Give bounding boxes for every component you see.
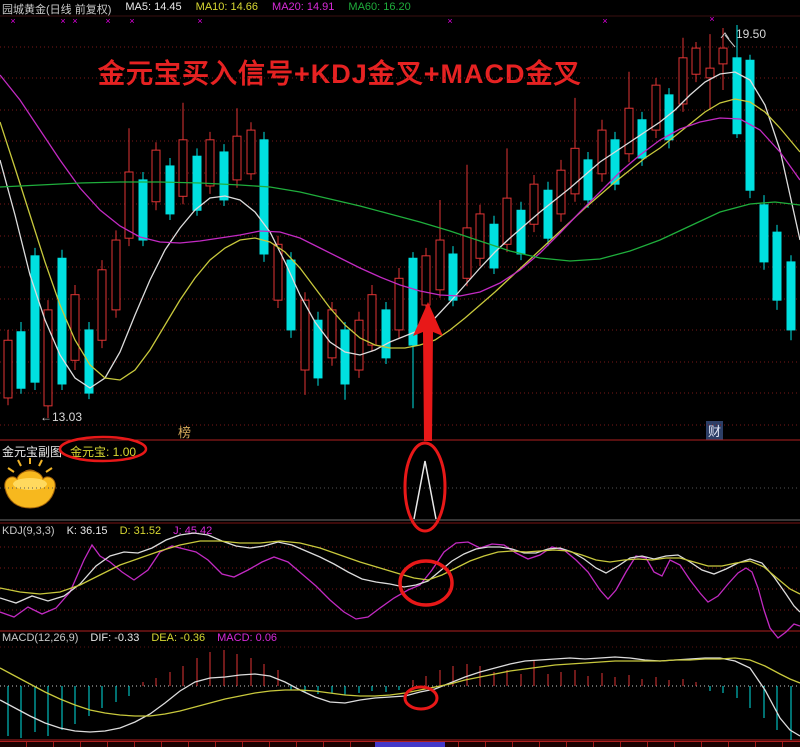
- svg-text:×: ×: [602, 16, 607, 26]
- main-chart-header: 园城黄金(日线 前复权) MA5: 14.45 MA10: 14.66 MA20…: [2, 1, 411, 17]
- svg-text:×: ×: [709, 14, 714, 24]
- subchart-value: 金元宝: 1.00: [70, 445, 137, 459]
- watermark-right: 财: [706, 421, 724, 440]
- ma5-value: MA5: 14.45: [125, 1, 182, 13]
- kdj-d-value: D: 31.52: [119, 525, 162, 537]
- kdj-header: KDJ(9,3,3) K: 36.15 D: 31.52 J: 45.42: [2, 525, 212, 537]
- chart-window: 园城黄金(日线 前复权) MA5: 14.45 MA10: 14.66 MA20…: [0, 0, 800, 747]
- high-price-label: 19.50: [736, 27, 767, 41]
- timeline-scrollbar[interactable]: [0, 741, 800, 747]
- macd-dif-value: DIF: -0.33: [90, 632, 140, 644]
- ma10-value: MA10: 14.66: [195, 1, 259, 13]
- instrument-title: 园城黄金(日线 前复权): [2, 4, 112, 16]
- svg-text:×: ×: [447, 16, 452, 26]
- macd-title: MACD(12,26,9): [2, 632, 79, 644]
- svg-text:×: ×: [105, 16, 110, 26]
- kdj-title: KDJ(9,3,3): [2, 525, 55, 537]
- macd-header: MACD(12,26,9) DIF: -0.33 DEA: -0.36 MACD…: [2, 632, 277, 644]
- svg-text:×: ×: [72, 16, 77, 26]
- macd-dea-value: DEA: -0.36: [151, 632, 206, 644]
- kdj-j-value: J: 45.42: [173, 525, 213, 537]
- svg-text:×: ×: [197, 16, 202, 26]
- svg-text:×: ×: [129, 16, 134, 26]
- gold-ingot-icon: [4, 458, 56, 509]
- ma60-value: MA60: 16.20: [348, 1, 411, 13]
- ma20-value: MA20: 14.91: [272, 1, 335, 13]
- macd-macd-value: MACD: 0.06: [217, 632, 278, 644]
- kdj-k-value: K: 36.15: [66, 525, 108, 537]
- watermark-left: 榜: [178, 425, 192, 440]
- svg-text:×: ×: [60, 16, 65, 26]
- low-price-label: ←13.03: [40, 410, 83, 424]
- signal-annotation-text: 金元宝买入信号+KDJ金叉+MACD金叉: [98, 59, 582, 89]
- svg-text:×: ×: [10, 16, 15, 26]
- scrollbar-thumb[interactable]: [375, 742, 445, 747]
